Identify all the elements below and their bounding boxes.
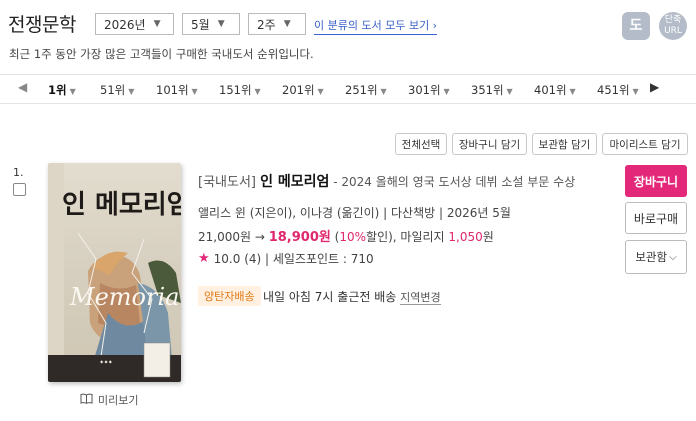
chevron-down-icon: ▼ bbox=[283, 19, 291, 29]
chevron-down-icon: ▼ bbox=[569, 87, 576, 96]
rank-page-item[interactable]: 401위 ▼ bbox=[534, 82, 576, 98]
week-select[interactable]: 2주 ▼ bbox=[248, 13, 306, 35]
buy-now-button[interactable]: 바로구매 bbox=[625, 202, 687, 234]
chevron-down-icon: ▼ bbox=[128, 87, 135, 96]
rank-page-item[interactable]: 201위 ▼ bbox=[282, 82, 324, 98]
cover-script-text: Memoriam bbox=[69, 283, 181, 311]
rank-pagination: ◀ 1위 ▼ 51위 ▼ 101위 ▼ 151위 ▼ 201위 ▼ 251위 ▼ 301위 ▼… bbox=[0, 74, 696, 104]
chevron-down-icon: ▼ bbox=[217, 19, 225, 29]
short-url-icon-label: 단축 URL bbox=[664, 15, 682, 36]
mileage-value: 1,050 bbox=[448, 230, 483, 244]
month-select[interactable]: 5월 ▼ bbox=[182, 13, 240, 35]
preview-label: 미리보기 bbox=[98, 394, 139, 407]
book-open-icon bbox=[80, 393, 93, 407]
rank-page-item[interactable]: 1위 ▼ bbox=[48, 82, 76, 98]
select-all-button[interactable]: 전체선택 bbox=[395, 133, 447, 155]
svg-text:◆ ◆ ◆: ◆ ◆ ◆ bbox=[100, 359, 113, 364]
preview-button[interactable]: 미리보기 bbox=[80, 392, 138, 408]
rank-page-item[interactable]: 301위 ▼ bbox=[408, 82, 450, 98]
page-subtitle: 최근 1주 동안 가장 많은 고객들이 구매한 국내도서 순위입니다. bbox=[9, 47, 314, 61]
book-title-line: [국내도서] 인 메모리엄 - 2024 올해의 영국 도서상 데뷔 소설 부문… bbox=[198, 171, 575, 191]
chevron-down-icon: ▼ bbox=[69, 87, 76, 96]
delivery-info: 내일 아침 7시 출근전 배송 지역변경 bbox=[263, 288, 441, 305]
list-price: 21,000원 → bbox=[198, 230, 269, 244]
page-title: 전쟁문학 bbox=[8, 14, 76, 36]
delivery-text: 내일 아침 7시 출근전 배송 bbox=[263, 290, 401, 304]
keep-label: 보관함 bbox=[635, 250, 668, 264]
chevron-down-icon: ▼ bbox=[443, 87, 450, 96]
short-url-icon[interactable]: 단축 URL bbox=[659, 12, 687, 40]
item-checkbox[interactable] bbox=[13, 183, 26, 196]
rank-number: 1. bbox=[13, 166, 24, 179]
chevron-down-icon: ⌵ bbox=[669, 251, 677, 263]
rank-page-item[interactable]: 151위 ▼ bbox=[219, 82, 261, 98]
keep-dropdown-button[interactable]: 보관함 ⌵ bbox=[625, 240, 687, 274]
cart-button[interactable]: 장바구니 bbox=[625, 165, 687, 197]
sale-price: 18,900원 bbox=[268, 230, 331, 245]
month-select-value: 5월 bbox=[191, 17, 210, 32]
book-subtitle: - 2024 올해의 영국 도서상 데뷔 소설 부문 수상 bbox=[329, 175, 576, 189]
book-meta: 앨리스 윈 (지은이), 이나경 (옮긴이) | 다산책방 | 2026년 5월 bbox=[198, 206, 511, 220]
year-select[interactable]: 2026년 ▼ bbox=[95, 13, 174, 35]
chevron-down-icon: ▼ bbox=[380, 87, 387, 96]
rank-page-item[interactable]: 351위 ▼ bbox=[471, 82, 513, 98]
week-select-value: 2주 bbox=[257, 17, 276, 32]
prev-arrow-icon[interactable]: ◀ bbox=[18, 80, 27, 94]
chevron-down-icon: ▼ bbox=[506, 87, 513, 96]
star-icon: ★ bbox=[198, 251, 210, 266]
year-select-value: 2026년 bbox=[104, 17, 146, 32]
book-title-link[interactable]: 인 메모리엄 bbox=[260, 174, 329, 190]
chevron-down-icon: ▼ bbox=[317, 87, 324, 96]
price-line: 21,000원 → 18,900원 (10%할인), 마일리지 1,050원 bbox=[198, 230, 494, 245]
chevron-down-icon: ▼ bbox=[632, 87, 639, 96]
chevron-down-icon: ▼ bbox=[153, 19, 161, 29]
book-cover[interactable]: ◆ ◆ ◆ 인 메모리엄 Memoriam bbox=[48, 163, 181, 382]
rating-line: ★ 10.0 (4) | 세일즈포인트 : 710 bbox=[198, 250, 374, 267]
book-catalog-icon[interactable]: 도 bbox=[622, 12, 650, 40]
book-catalog-icon-label: 도 bbox=[629, 17, 643, 34]
rank-page-item[interactable]: 451위 ▼ bbox=[597, 82, 639, 98]
add-keep-button[interactable]: 보관함 담기 bbox=[532, 133, 597, 155]
rank-page-item[interactable]: 251위 ▼ bbox=[345, 82, 387, 98]
rank-page-item[interactable]: 101위 ▼ bbox=[156, 82, 198, 98]
cover-title-text: 인 메모리엄 bbox=[62, 190, 181, 220]
change-region-link[interactable]: 지역변경 bbox=[400, 291, 441, 305]
rank-page-item[interactable]: 51위 ▼ bbox=[100, 82, 134, 98]
next-arrow-icon[interactable]: ▶ bbox=[650, 80, 659, 94]
rating-text: 10.0 (4) | 세일즈포인트 : 710 bbox=[213, 252, 374, 266]
add-mylist-button[interactable]: 마이리스트 담기 bbox=[602, 133, 688, 155]
chevron-down-icon: ▼ bbox=[191, 87, 198, 96]
discount-rate: 10% bbox=[339, 230, 367, 244]
add-cart-button[interactable]: 장바구니 담기 bbox=[452, 133, 527, 155]
delivery-badge: 양탄자배송 bbox=[198, 286, 261, 306]
chevron-down-icon: ▼ bbox=[254, 87, 261, 96]
category-all-link[interactable]: 이 분류의 도서 모두 보기 › bbox=[314, 17, 438, 35]
category-tag: [국내도서] bbox=[198, 175, 256, 190]
